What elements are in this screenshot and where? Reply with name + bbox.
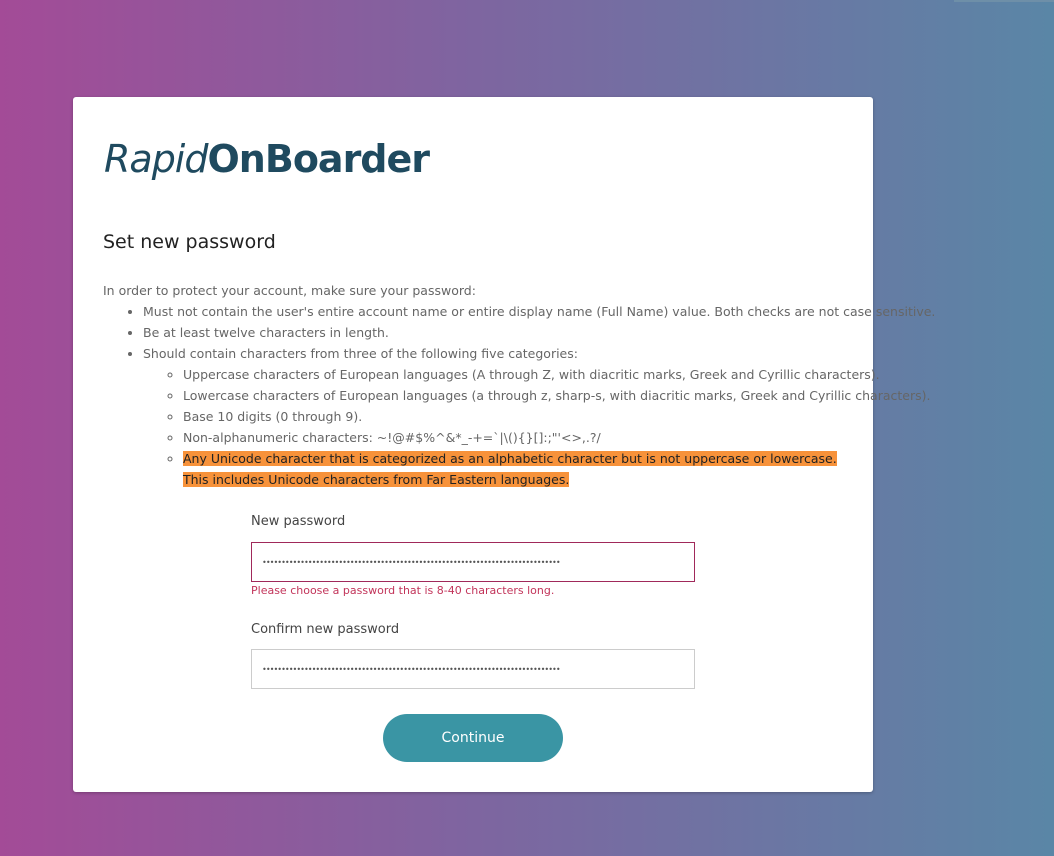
rule-item: Should contain characters from three of … (143, 343, 930, 490)
category-item: Non-alphanumeric characters: ~!@#$%^&*_-… (183, 427, 843, 448)
requirements-list: Must not contain the user's entire accou… (103, 301, 935, 490)
requirements-intro: In order to protect your account, make s… (103, 283, 476, 298)
rule-item: Must not contain the user's entire accou… (143, 301, 935, 322)
highlighted-text: Any Unicode character that is categorize… (183, 451, 837, 487)
password-requirements: In order to protect your account, make s… (103, 280, 935, 490)
category-item: Base 10 digits (0 through 9). (183, 406, 843, 427)
rule-text: Should contain characters from three of … (143, 346, 578, 361)
logo-onboarder: OnBoarder (207, 137, 431, 181)
continue-button[interactable]: Continue (383, 714, 563, 762)
password-card: RapidOnBoarder Set new password In order… (73, 97, 935, 792)
page-title: Set new password (103, 231, 276, 253)
confirm-password-input[interactable] (251, 649, 695, 689)
logo-rapid: Rapid (104, 137, 208, 181)
new-password-input[interactable] (251, 542, 695, 582)
category-item: Lowercase characters of European languag… (183, 385, 930, 406)
new-password-label: New password (251, 514, 346, 529)
category-list: Uppercase characters of European languag… (143, 364, 930, 490)
app-logo: RapidOnBoarder (104, 135, 431, 183)
category-item-highlighted: Any Unicode character that is categorize… (183, 448, 843, 490)
rule-item: Be at least twelve characters in length. (143, 322, 843, 343)
top-right-strip (954, 0, 1054, 2)
password-error-message: Please choose a password that is 8-40 ch… (251, 584, 555, 597)
confirm-password-label: Confirm new password (251, 622, 400, 637)
category-item: Uppercase characters of European languag… (183, 364, 880, 385)
